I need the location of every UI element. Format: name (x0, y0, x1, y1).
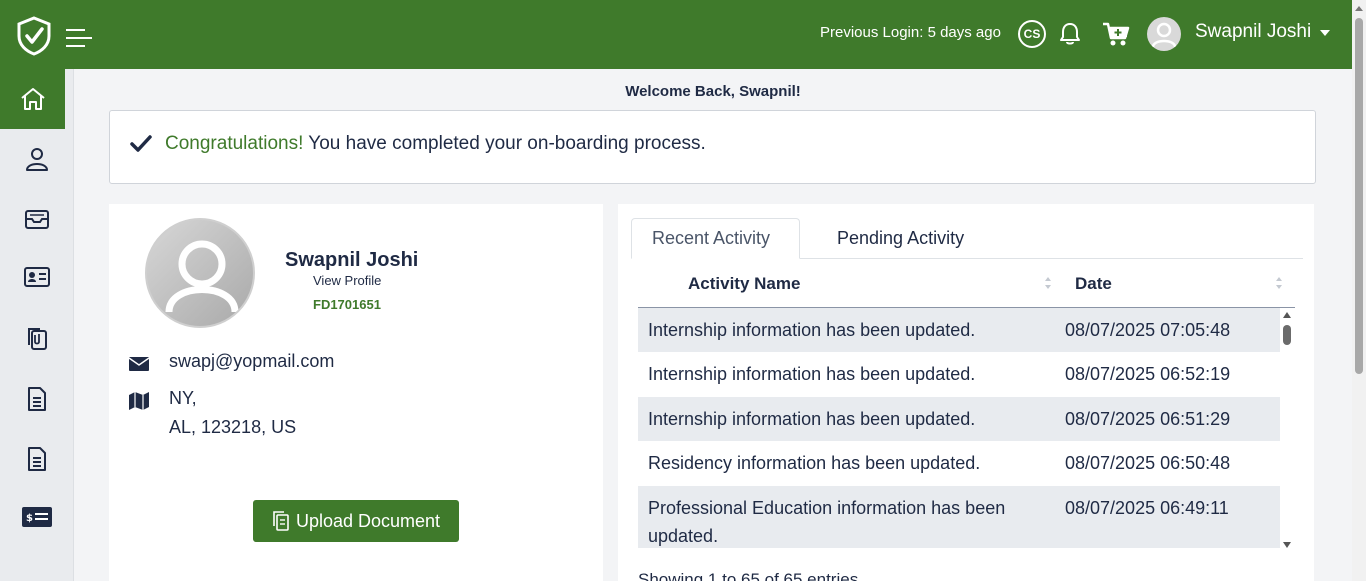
table-scrollbar[interactable] (1280, 308, 1295, 552)
table-row: Internship information has been updated.… (638, 352, 1280, 397)
activity-name-cell: Residency information has been updated. (648, 453, 981, 473)
scroll-up-icon[interactable] (1355, 6, 1363, 11)
chevron-down-icon[interactable] (1320, 30, 1330, 36)
payment-card-icon: $ (22, 507, 52, 527)
activity-date-cell: 08/07/2025 06:51:29 (1065, 409, 1231, 429)
check-icon (130, 135, 152, 152)
scroll-up-icon[interactable] (1283, 312, 1291, 318)
file-text-icon (28, 447, 46, 471)
profile-avatar (145, 218, 255, 328)
map-icon (129, 392, 149, 410)
table-row: Internship information has been updated.… (638, 308, 1280, 352)
sort-icon[interactable] (1275, 274, 1283, 292)
avatar-person-icon (1151, 22, 1177, 48)
scroll-down-icon[interactable] (1283, 542, 1291, 548)
scrollbar-thumb[interactable] (1283, 325, 1291, 345)
sidebar-item-home[interactable] (0, 69, 65, 129)
svg-text:$: $ (26, 513, 33, 524)
upload-document-label: Upload Document (295, 510, 441, 531)
sidebar-item-payment[interactable]: $ (0, 487, 74, 547)
sidebar-item-file[interactable] (0, 369, 74, 429)
alert-highlight: Congratulations! (165, 133, 304, 154)
cs-badge[interactable]: CS (1018, 20, 1046, 48)
welcome-heading: Welcome Back, Swapnil! (625, 83, 801, 100)
activity-date-cell: 08/07/2025 06:50:48 (1065, 453, 1231, 473)
previous-login-text: Previous Login: 5 days ago (820, 24, 1001, 41)
activity-table-body: Internship information has been updated.… (638, 308, 1280, 548)
scrollbar-thumb[interactable] (1355, 18, 1363, 374)
tab-recent-activity[interactable]: Recent Activity (631, 218, 800, 259)
envelope-icon (128, 357, 150, 371)
user-icon (26, 148, 48, 171)
profile-address-line1: NY, (169, 388, 197, 408)
table-entries-info: Showing 1 to 65 of 65 entries (638, 570, 859, 581)
sidebar-item-file-text[interactable] (0, 429, 74, 489)
table-row: Residency information has been updated. … (638, 441, 1280, 486)
tab-pending-activity[interactable]: Pending Activity (817, 218, 984, 259)
profile-card: Swapnil Joshi View Profile FD1701651 swa… (109, 204, 603, 581)
profile-id: FD1701651 (313, 297, 381, 312)
profile-address-line2: AL, 123218, US (169, 417, 297, 437)
alert-text: You have completed your on-boarding proc… (303, 133, 706, 154)
id-card-icon (24, 267, 50, 287)
upload-document-button[interactable]: Upload Document (253, 500, 459, 542)
cart-icon[interactable] (1102, 21, 1130, 47)
alert-message: Congratulations! You have completed your… (165, 133, 706, 155)
file-icon (28, 387, 46, 411)
activity-name-cell: Professional Education information has b… (648, 498, 1006, 546)
view-profile-link[interactable]: View Profile (313, 273, 381, 288)
activity-name-cell: Internship information has been updated. (648, 320, 976, 340)
activity-table-header: Activity Name Date (638, 262, 1295, 308)
sort-icon[interactable] (1044, 274, 1052, 292)
sidebar-item-inbox[interactable] (0, 189, 74, 249)
column-header-activity-name[interactable]: Activity Name (688, 274, 800, 294)
onboarding-alert: Congratulations! You have completed your… (109, 110, 1316, 184)
profile-name: Swapnil Joshi (285, 249, 419, 271)
copy-document-icon (273, 511, 289, 531)
profile-email: swapj@yopmail.com (169, 351, 335, 371)
activity-card: Recent Activity Pending Activity Activit… (618, 204, 1314, 581)
activity-name-cell: Internship information has been updated. (648, 364, 976, 384)
sidebar: $ (0, 69, 74, 581)
username-dropdown[interactable]: Swapnil Joshi (1195, 21, 1311, 43)
home-icon (20, 88, 45, 110)
activity-date-cell: 08/07/2025 07:05:48 (1065, 320, 1231, 340)
activity-date-cell: 08/07/2025 06:49:11 (1065, 498, 1229, 518)
sidebar-item-profile[interactable] (0, 129, 74, 189)
menu-toggle-icon[interactable] (65, 27, 93, 49)
bell-icon[interactable] (1059, 22, 1081, 46)
column-header-date[interactable]: Date (1075, 274, 1112, 294)
user-avatar[interactable] (1147, 17, 1181, 51)
sidebar-item-id-card[interactable] (0, 247, 74, 307)
shield-check-logo-icon[interactable] (16, 16, 52, 56)
inbox-icon (25, 210, 49, 229)
page-scrollbar[interactable] (1352, 0, 1366, 581)
documents-icon (28, 328, 47, 350)
sidebar-item-documents[interactable] (0, 309, 74, 369)
activity-name-cell: Internship information has been updated. (648, 409, 976, 429)
table-row: Internship information has been updated.… (638, 397, 1280, 441)
table-row: Professional Education information has b… (638, 486, 1280, 548)
activity-date-cell: 08/07/2025 06:52:19 (1065, 364, 1231, 384)
top-navbar: Previous Login: 5 days ago CS Swapnil Jo… (0, 0, 1352, 69)
activity-tabs: Recent Activity Pending Activity (631, 218, 1303, 259)
avatar-person-icon (165, 240, 239, 313)
